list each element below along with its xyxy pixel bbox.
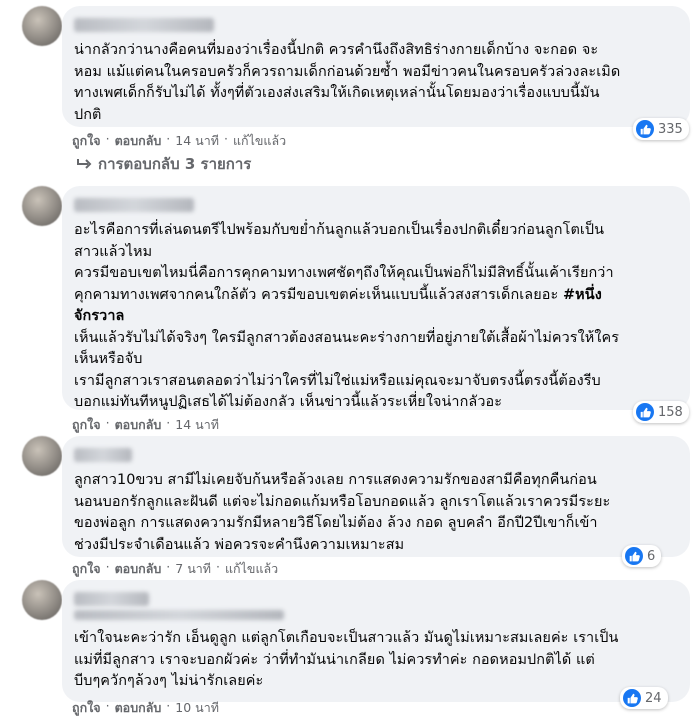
- view-replies-button[interactable]: การตอบกลับ 3 รายการ: [76, 152, 251, 176]
- comment-actions: ถูกใจ · ตอบกลับ · 7 นาที · แก้ไขแล้ว: [72, 559, 278, 579]
- avatar[interactable]: [22, 186, 62, 226]
- thumbs-up-icon: [623, 689, 641, 707]
- comment-text-part: เห็นแล้วรับไม่ได้จริงๆ ใครมีลูกสาวต้องสอ…: [74, 329, 620, 411]
- separator-dot: ·: [216, 559, 220, 574]
- edited-label: แก้ไขแล้ว: [225, 561, 279, 576]
- timestamp[interactable]: 14 นาที: [175, 131, 219, 151]
- avatar[interactable]: [22, 6, 62, 46]
- separator-dot: ·: [105, 559, 110, 574]
- comment-bubble: น่ากลัวกว่านางคือคนที่มองว่าเรื่องนี้ปกต…: [62, 6, 690, 127]
- reaction-number: 158: [658, 404, 683, 420]
- comment-text: ลูกสาว10ขวบ สามีไม่เคยจับก้นหรือล้วงเลย …: [74, 472, 611, 553]
- comment-text-part: อะไรคือการที่เล่นดนตรีไปพร้อมกับขย่ำก้นล…: [74, 222, 614, 303]
- reaction-count[interactable]: 24: [620, 687, 668, 709]
- comment-bubble: เข้าใจนะคะว่ารัก เอ็นดูลูก แต่ลูกโตเกือบ…: [62, 580, 690, 702]
- comment-bubble: ลูกสาว10ขวบ สามีไม่เคยจับก้นหรือล้วงเลย …: [62, 436, 690, 557]
- separator-dot: ·: [223, 131, 228, 146]
- comment-text: น่ากลัวกว่านางคือคนที่มองว่าเรื่องนี้ปกต…: [74, 42, 621, 123]
- reply-link[interactable]: ตอบกลับ: [115, 698, 162, 718]
- comment-text: เข้าใจนะคะว่ารัก เอ็นดูลูก แต่ลูกโตเกือบ…: [74, 630, 619, 689]
- reaction-number: 6: [647, 548, 656, 564]
- like-link[interactable]: ถูกใจ: [72, 559, 101, 579]
- reply-link[interactable]: ตอบกลับ: [115, 131, 162, 151]
- separator-dot: ·: [166, 415, 171, 430]
- thumbs-up-icon: [636, 403, 654, 421]
- like-link[interactable]: ถูกใจ: [72, 131, 101, 151]
- timestamp[interactable]: 10 นาที: [175, 698, 219, 718]
- commenter-name[interactable]: [74, 592, 149, 606]
- reaction-count[interactable]: 6: [622, 545, 662, 567]
- separator-dot: ·: [166, 131, 171, 146]
- timestamp[interactable]: 14 นาที: [175, 415, 219, 435]
- comment-text: อะไรคือการที่เล่นดนตรีไปพร้อมกับขย่ำก้นล…: [74, 220, 678, 414]
- reply-link[interactable]: ตอบกลับ: [115, 415, 162, 435]
- separator-dot: ·: [166, 559, 171, 574]
- commenter-name[interactable]: [74, 448, 132, 462]
- avatar[interactable]: [22, 580, 62, 620]
- reply-link[interactable]: ตอบกลับ: [115, 559, 162, 579]
- reply-arrow-icon: [77, 159, 92, 169]
- like-link[interactable]: ถูกใจ: [72, 698, 101, 718]
- comment-bubble: อะไรคือการที่เล่นดนตรีไปพร้อมกับขย่ำก้นล…: [62, 186, 690, 410]
- separator-dot: ·: [166, 698, 171, 713]
- reaction-number: 335: [658, 121, 683, 137]
- comment-actions: ถูกใจ · ตอบกลับ · 14 นาที: [72, 415, 219, 435]
- avatar[interactable]: [22, 436, 62, 476]
- thumbs-up-icon: [625, 547, 643, 565]
- commenter-subtitle: [74, 610, 284, 620]
- separator-dot: ·: [105, 698, 110, 713]
- comment-actions: ถูกใจ · ตอบกลับ · 10 นาที: [72, 698, 219, 718]
- thumbs-up-icon: [636, 120, 654, 138]
- reaction-count[interactable]: 335: [633, 118, 689, 140]
- edited-label: แก้ไขแล้ว: [232, 133, 287, 148]
- timestamp[interactable]: 7 นาที: [175, 559, 211, 579]
- commenter-name[interactable]: [74, 198, 194, 212]
- comment-actions: ถูกใจ · ตอบกลับ · 14 นาที · แก้ไขแล้ว: [72, 131, 286, 151]
- like-link[interactable]: ถูกใจ: [72, 415, 101, 435]
- commenter-name[interactable]: [74, 18, 214, 32]
- reaction-number: 24: [645, 690, 662, 706]
- replies-label: การตอบกลับ 3 รายการ: [98, 155, 252, 173]
- reaction-count[interactable]: 158: [633, 401, 689, 423]
- separator-dot: ·: [105, 131, 110, 146]
- separator-dot: ·: [105, 415, 110, 430]
